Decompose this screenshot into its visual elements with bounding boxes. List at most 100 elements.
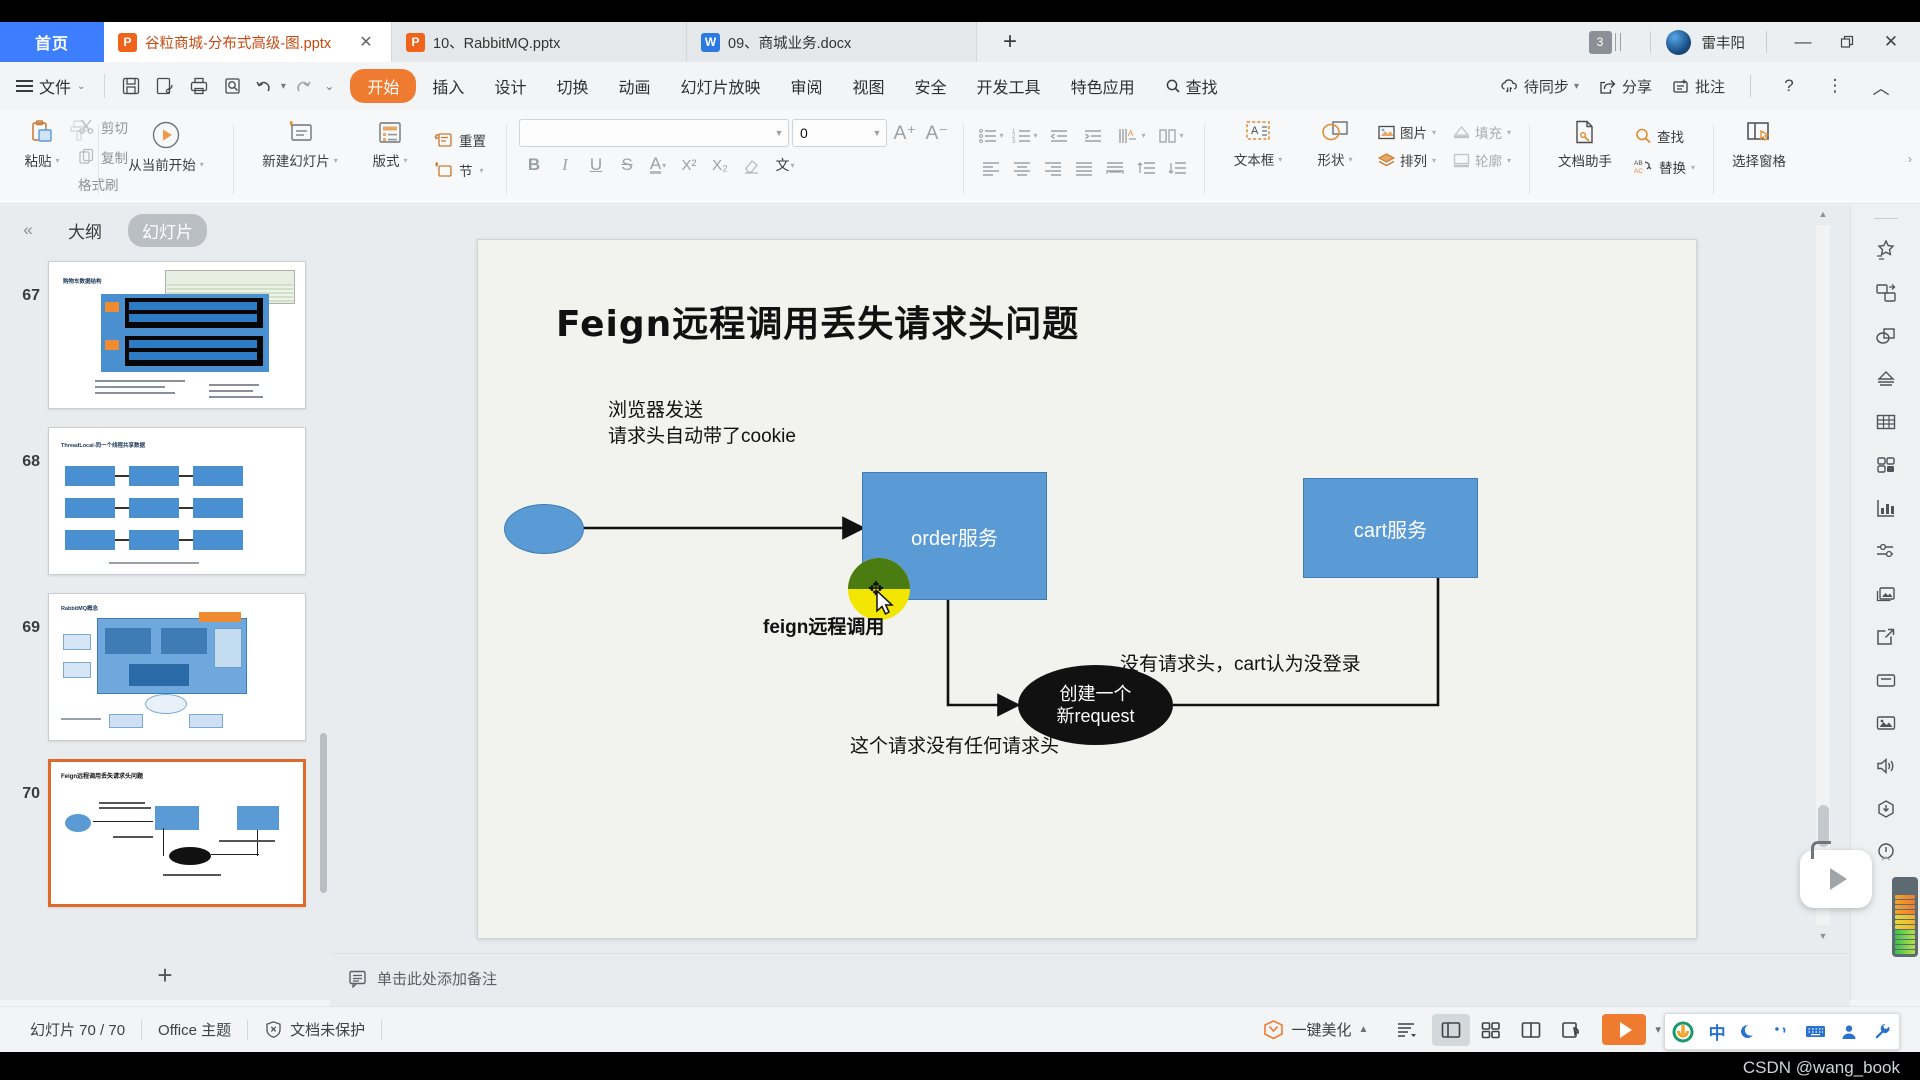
- thumbnail-item-selected[interactable]: 70 Feign远程调用丢失请求头问题: [0, 751, 330, 917]
- selection-pane-button[interactable]: 选择窗格: [1726, 114, 1792, 170]
- strikethrough-button[interactable]: S: [612, 151, 642, 179]
- align-center-button[interactable]: [1007, 154, 1037, 181]
- slide-canvas[interactable]: Feign远程调用丢失请求头问题 order服务 cart服务 创建一个 新re…: [477, 239, 1697, 939]
- tab-start[interactable]: 开始: [350, 69, 417, 103]
- tab-review[interactable]: 审阅: [777, 69, 837, 103]
- document-tab-2[interactable]: P 10、RabbitMQ.pptx: [392, 22, 687, 62]
- collapse-ribbon-button[interactable]: ︿: [1860, 68, 1902, 104]
- columns-button[interactable]: ▾: [1156, 122, 1186, 149]
- close-window-button[interactable]: ✕: [1870, 24, 1912, 60]
- tab-find[interactable]: 查找: [1151, 69, 1232, 103]
- slides-panel-scrollbar[interactable]: [320, 733, 327, 893]
- numbered-list-button[interactable]: 123 ▾: [1010, 122, 1040, 149]
- shape-button[interactable]: 形状 ▾: [1299, 114, 1371, 169]
- decrease-indent-button[interactable]: [1044, 122, 1074, 149]
- notes-view-button[interactable]: [1552, 1014, 1590, 1046]
- align-right-button[interactable]: [1038, 154, 1068, 181]
- decrease-font-size-button[interactable]: A⁻: [923, 119, 951, 147]
- scroll-up-arrow-icon[interactable]: ▲: [1816, 205, 1830, 223]
- tab-transition[interactable]: 切换: [542, 69, 602, 103]
- table-icon[interactable]: [1863, 402, 1909, 442]
- document-tab-1[interactable]: P 谷粒商城-分布式高级-图.pptx ✕: [104, 22, 392, 62]
- tab-security[interactable]: 安全: [901, 69, 961, 103]
- normal-view-button[interactable]: [1432, 1013, 1471, 1046]
- window-count-badge[interactable]: 3: [1588, 30, 1612, 54]
- reset-button[interactable]: 重置: [426, 127, 494, 153]
- diagram-node-cart-service[interactable]: cart服务: [1303, 478, 1478, 578]
- tab-developer-tools[interactable]: 开发工具: [963, 69, 1055, 103]
- settings-sliders-icon[interactable]: [1863, 531, 1909, 571]
- minimize-button[interactable]: —: [1782, 24, 1824, 60]
- save-icon[interactable]: [114, 69, 148, 103]
- tab-featured-apps[interactable]: 特色应用: [1057, 69, 1149, 103]
- home-tab[interactable]: 首页: [0, 22, 104, 62]
- outline-button[interactable]: 轮廓 ▾: [1446, 148, 1517, 172]
- restore-button[interactable]: [1826, 24, 1868, 60]
- thumbnail-preview[interactable]: Feign远程调用丢失请求头问题: [48, 759, 306, 907]
- start-slideshow-button[interactable]: [1602, 1014, 1647, 1045]
- gallery-icon[interactable]: [1863, 574, 1909, 614]
- plugin-icon[interactable]: [1863, 789, 1909, 829]
- comment-button[interactable]: 批注: [1664, 72, 1733, 101]
- chevron-down-icon[interactable]: ▾: [1655, 1023, 1661, 1036]
- apps-icon[interactable]: [1863, 445, 1909, 485]
- line-spacing-button[interactable]: [1131, 154, 1161, 181]
- more-options-button[interactable]: ⋮: [1814, 68, 1856, 104]
- avatar[interactable]: [1665, 29, 1691, 55]
- collapse-left-icon[interactable]: «: [14, 220, 42, 240]
- tools-icon[interactable]: [1873, 1022, 1892, 1041]
- close-tab-1-button[interactable]: ✕: [355, 31, 377, 53]
- tab-design[interactable]: 设计: [480, 69, 540, 103]
- shapes-icon[interactable]: [1863, 316, 1909, 356]
- paste-button[interactable]: 粘贴 ▾: [14, 114, 70, 170]
- bold-button[interactable]: B: [519, 151, 549, 179]
- scroll-down-arrow-icon[interactable]: ▼: [1816, 927, 1830, 945]
- superscript-button[interactable]: X²: [674, 151, 704, 179]
- audio-icon[interactable]: [1863, 746, 1909, 786]
- diagram-node-browser[interactable]: [504, 504, 584, 554]
- keyboard-icon[interactable]: [1805, 1023, 1826, 1040]
- ime-mode-label[interactable]: 中: [1709, 1019, 1726, 1044]
- beautify-button[interactable]: 一键美化 ▲: [1249, 1019, 1382, 1040]
- text-direction-button[interactable]: A ▾: [1112, 122, 1152, 149]
- reading-view-button[interactable]: [1512, 1014, 1550, 1046]
- slide-count-indicator[interactable]: 幻灯片 70 / 70: [14, 1019, 141, 1040]
- slide-sorter-button[interactable]: [1472, 1014, 1510, 1046]
- thumbnail-item[interactable]: 67 购物车数据结构: [0, 253, 330, 419]
- redo-icon[interactable]: [290, 69, 316, 103]
- align-left-button[interactable]: [976, 154, 1006, 181]
- print-icon[interactable]: [182, 69, 216, 103]
- fill-button[interactable]: 填充 ▾: [1446, 120, 1517, 144]
- sogou-logo-icon[interactable]: [1672, 1021, 1694, 1043]
- sync-status-button[interactable]: 待同步 ▾: [1492, 72, 1587, 101]
- notes-pane[interactable]: 单击此处添加备注: [330, 953, 1850, 1003]
- undo-dropdown-caret-icon[interactable]: ▾: [276, 69, 290, 103]
- font-color-button[interactable]: A ▾: [643, 151, 673, 179]
- thumbnail-preview[interactable]: ThreadLocal-同一个线程共享数据: [48, 427, 306, 575]
- increase-font-size-button[interactable]: A⁺: [891, 119, 919, 147]
- new-slide-button[interactable]: 新建幻灯片 ▾: [246, 114, 354, 170]
- font-family-select[interactable]: ▼: [519, 119, 789, 147]
- line-spacing-down-button[interactable]: [1162, 154, 1192, 181]
- ribbon-overflow-button[interactable]: ›: [1900, 114, 1920, 203]
- italic-button[interactable]: I: [550, 151, 580, 179]
- thumbnail-preview[interactable]: 购物车数据结构: [48, 261, 306, 409]
- user-icon[interactable]: [1840, 1023, 1858, 1041]
- archive-icon[interactable]: [1863, 660, 1909, 700]
- start-from-current-button[interactable]: 从当前开始 ▾: [111, 114, 221, 174]
- section-button[interactable]: 节 ▾: [426, 157, 494, 183]
- smartart-icon[interactable]: [1863, 359, 1909, 399]
- canvas-scrollbar[interactable]: ▲ ▼: [1816, 205, 1830, 945]
- underline-button[interactable]: U: [581, 151, 611, 179]
- align-justify-button[interactable]: [1069, 154, 1099, 181]
- punctuation-icon[interactable]: [1772, 1023, 1790, 1041]
- document-protection-indicator[interactable]: 文档未保护: [248, 1019, 381, 1040]
- tab-animation[interactable]: 动画: [604, 69, 664, 103]
- new-tab-button[interactable]: +: [977, 22, 1043, 62]
- image-icon[interactable]: [1863, 703, 1909, 743]
- add-slide-button[interactable]: +: [0, 960, 330, 991]
- tab-view[interactable]: 视图: [839, 69, 899, 103]
- thumbnail-list[interactable]: 67 购物车数据结构 68 ThreadLocal-同一个线程共享数据 69 R…: [0, 253, 330, 953]
- moon-icon[interactable]: [1740, 1023, 1758, 1041]
- bullet-list-button[interactable]: ▾: [976, 122, 1006, 149]
